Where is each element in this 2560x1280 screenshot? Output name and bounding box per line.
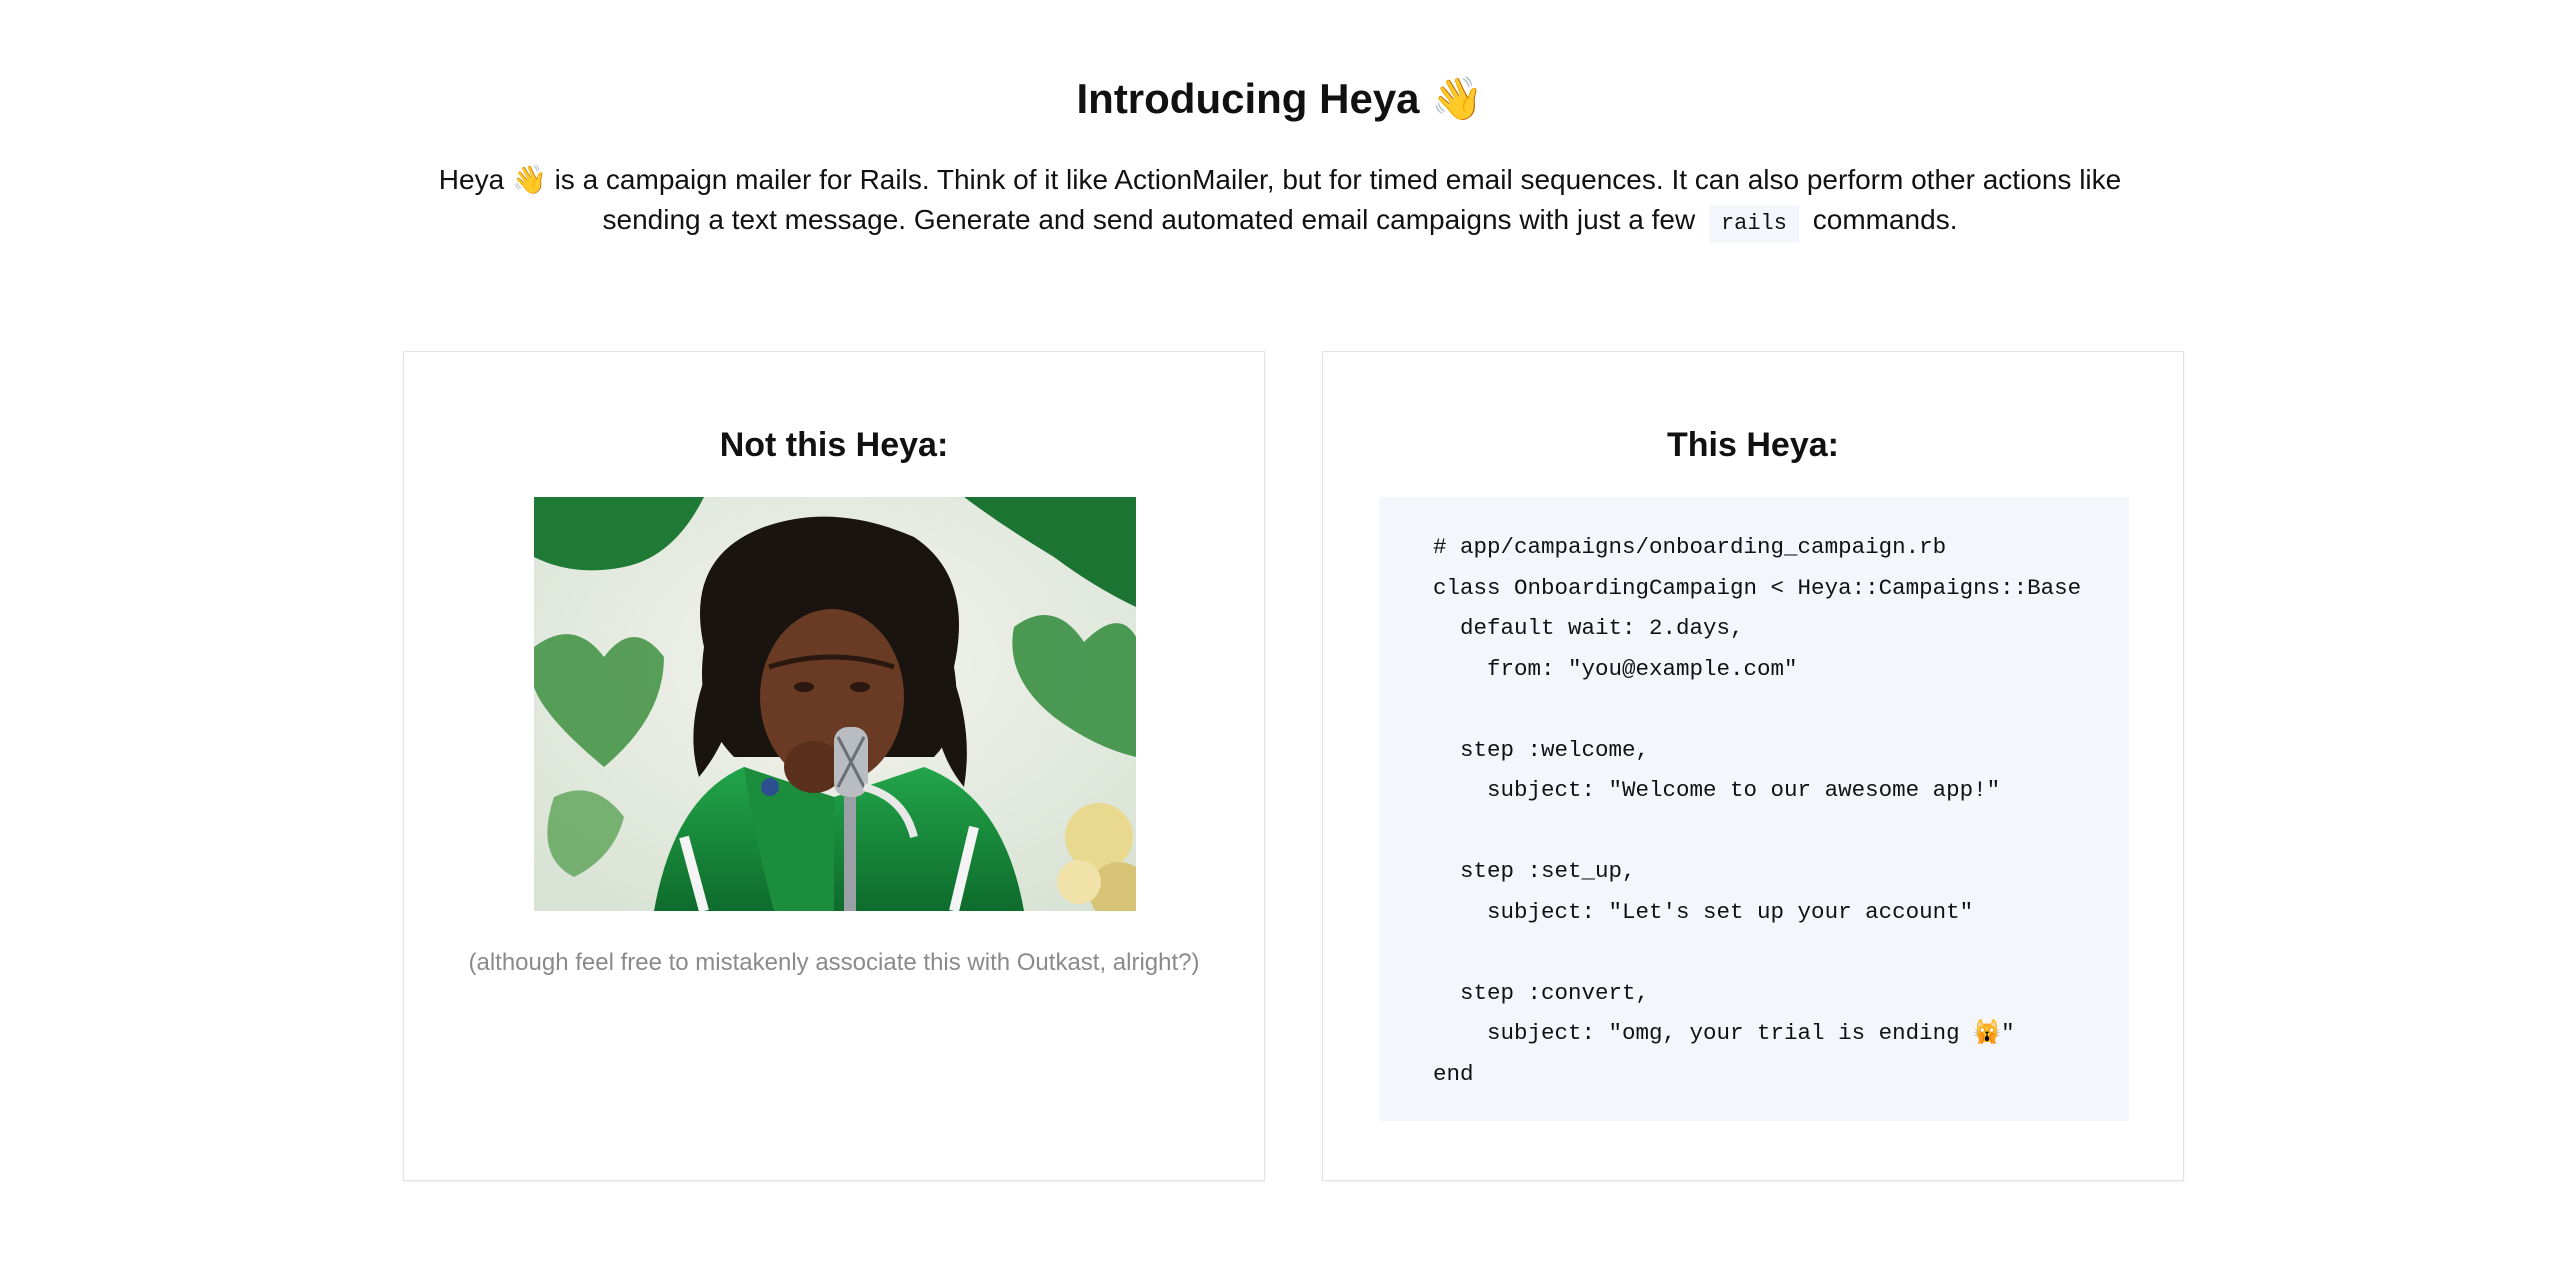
inline-code-rails: rails (1708, 205, 1799, 243)
this-heya-title: This Heya: (1667, 426, 1839, 464)
page-title: Introducing Heya 👋 (1076, 75, 1484, 122)
not-this-heya-card: Not this Heya: (although feel free to mi… (403, 351, 1265, 1181)
page: Introducing Heya 👋 Heya 👋 is a campaign … (0, 0, 2560, 1280)
intro-text-end: commands. (1812, 204, 1958, 235)
campaign-code-block: # app/campaigns/onboarding_campaign.rb c… (1379, 497, 2129, 1121)
outkast-gif-image (534, 497, 1136, 911)
intro-paragraph: Heya 👋 is a campaign mailer for Rails. T… (410, 160, 2150, 243)
code-line: from: "you@example.com" (1433, 655, 1798, 682)
code-line: subject: "Welcome to our awesome app!" (1433, 777, 2001, 803)
not-this-heya-title: Not this Heya: (719, 426, 949, 464)
code-line: end (1433, 1060, 1474, 1087)
code-line: # app/campaigns/onboarding_campaign.rb (1433, 534, 1947, 560)
code-line: subject: "omg, your trial is ending 🙀" (1433, 1020, 2015, 1046)
code-line: default wait: 2.days, (1433, 615, 1744, 641)
code-line: step :set_up, (1433, 858, 1636, 884)
code-line: class OnboardingCampaign < Heya::Campaig… (1433, 574, 2082, 601)
code-line: step :convert, (1433, 979, 1650, 1006)
singer-illustration (534, 497, 1136, 911)
this-heya-card: This Heya: # app/campaigns/onboarding_ca… (1322, 351, 2184, 1181)
code-line: step :welcome, (1433, 736, 1650, 763)
code-line: subject: "Let's set up your account" (1433, 898, 1974, 925)
outkast-caption: (although feel free to mistakenly associ… (468, 949, 1200, 976)
